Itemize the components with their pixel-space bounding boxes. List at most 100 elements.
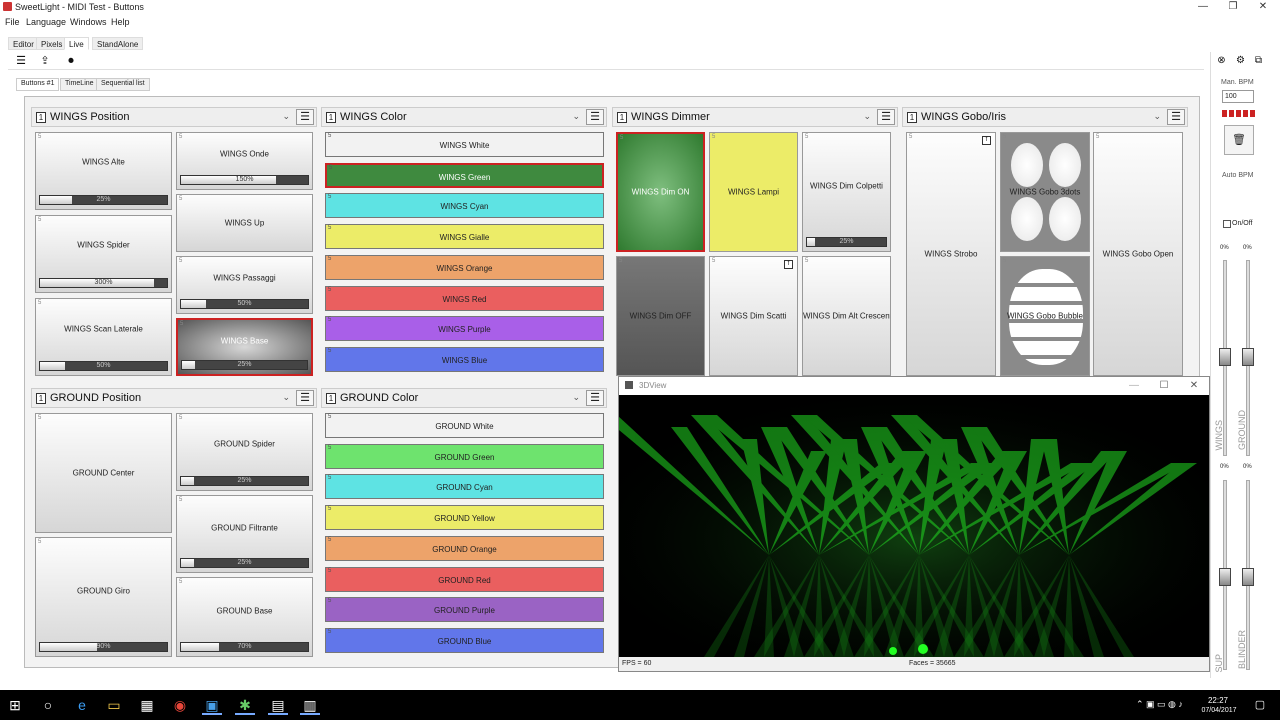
- wings-red-button[interactable]: 5 WINGS Red: [325, 285, 604, 311]
- wings-gialle-button[interactable]: 5 WINGS Gialle: [325, 224, 604, 250]
- ground-spider-button[interactable]: 5 GROUND Spider 25%: [176, 413, 313, 491]
- chevron-down-icon[interactable]: ⌄: [863, 111, 871, 122]
- chrome-icon[interactable]: ◉: [170, 695, 190, 715]
- menu-help[interactable]: Help: [111, 17, 130, 27]
- wings-alte-button[interactable]: 5 WINGS Alte 25%: [35, 132, 172, 210]
- ground-cyan-button[interactable]: 5 GROUND Cyan: [325, 474, 604, 500]
- wings-gobo-bubble-button[interactable]: 5 WINGS Gobo Bubble: [1000, 256, 1090, 376]
- wings-spider-button[interactable]: 5 WINGS Spider 300%: [35, 215, 172, 293]
- sup-fader-knob[interactable]: [1219, 568, 1231, 586]
- wings-up-button[interactable]: 5 WINGS Up: [176, 194, 313, 252]
- windows-start-icon[interactable]: ⊞: [5, 695, 25, 715]
- store-icon[interactable]: ▦: [137, 695, 157, 715]
- app-icon-blue[interactable]: ▣: [202, 695, 222, 715]
- wings-gobo-3dots-button[interactable]: 5 WINGS Gobo 3dots: [1000, 132, 1090, 252]
- tab-timeline[interactable]: TimeLine: [60, 78, 99, 91]
- button-label: WINGS Base: [220, 336, 269, 346]
- chevron-down-icon[interactable]: ⌄: [572, 111, 580, 122]
- export-icon[interactable]: ⇪: [38, 54, 52, 68]
- clock-date: 07/04/2017: [1201, 707, 1237, 714]
- group-menu-icon[interactable]: ☰: [296, 109, 314, 125]
- tab-pixels[interactable]: Pixels: [36, 37, 68, 50]
- wings-white-button[interactable]: 5 WINGS White: [325, 132, 604, 157]
- blinder-fader-knob[interactable]: [1242, 568, 1254, 586]
- app-icon-green[interactable]: ✱: [235, 695, 255, 715]
- wings-base-button[interactable]: 5 WINGS Base 25%: [176, 318, 313, 376]
- progress-label: 90%: [96, 643, 111, 650]
- chevron-down-icon[interactable]: ⌄: [1153, 111, 1161, 122]
- group-menu-icon[interactable]: ☰: [586, 390, 604, 406]
- wings-blue-button[interactable]: 5 WINGS Blue: [325, 346, 604, 372]
- edge-icon[interactable]: e: [72, 695, 92, 715]
- wings-orange-button[interactable]: 5 WINGS Orange: [325, 254, 604, 280]
- notifications-icon[interactable]: ▢: [1250, 695, 1270, 715]
- wings-dim-scatti-button[interactable]: 5 f WINGS Dim Scatti: [709, 256, 798, 376]
- menu-file[interactable]: File: [5, 17, 20, 27]
- tab-buttons-1[interactable]: Buttons #1: [16, 78, 60, 91]
- wings-fader-knob[interactable]: [1219, 348, 1231, 366]
- wings-dim-off-button[interactable]: 5 WINGS Dim OFF: [616, 256, 705, 376]
- wings-gobo-open-button[interactable]: 5 WINGS Gobo Open: [1093, 132, 1183, 376]
- ground-purple-button[interactable]: 5 GROUND Purple: [325, 597, 604, 623]
- group-header-wings-dimmer: 1 WINGS Dimmer ⌄ ☰: [612, 107, 898, 127]
- windows-icon[interactable]: ⧉: [1253, 55, 1264, 66]
- tab-standalone[interactable]: StandAlone: [92, 37, 144, 50]
- ground-center-button[interactable]: 5 GROUND Center: [35, 413, 172, 533]
- wings-dim-on-button[interactable]: 5 WINGS Dim ON: [616, 132, 705, 252]
- maximize-icon[interactable]: ☐: [1157, 380, 1171, 392]
- ground-blue-button[interactable]: 5 GROUND Blue: [325, 627, 604, 653]
- wings-lampi-button[interactable]: 5 WINGS Lampi: [709, 132, 798, 252]
- stop-icon[interactable]: ⏺: [64, 54, 78, 68]
- sweetlight-taskbar-icon[interactable]: ▥: [300, 695, 320, 715]
- ground-red-button[interactable]: 5 GROUND Red: [325, 566, 604, 592]
- chevron-down-icon[interactable]: ⌄: [282, 392, 290, 403]
- tab-sequential-list[interactable]: Sequential list: [96, 78, 150, 91]
- ground-orange-button[interactable]: 5 GROUND Orange: [325, 535, 604, 561]
- wings-passaggi-button[interactable]: 5 WINGS Passaggi 50%: [176, 256, 313, 314]
- chevron-down-icon[interactable]: ⌄: [282, 111, 290, 122]
- group-header-ground-position: 1 GROUND Position ⌄ ☰: [31, 388, 317, 408]
- group-menu-icon[interactable]: ☰: [877, 109, 895, 125]
- tray-icons[interactable]: ⌃ ▣ ▭ ◍ ♪: [1136, 699, 1183, 710]
- tab-editor[interactable]: Editor: [8, 37, 39, 50]
- ground-base-button[interactable]: 5 GROUND Base 70%: [176, 577, 313, 657]
- wings-dim-alt-crescenti-button[interactable]: 5 WINGS Dim Alt Crescenti: [802, 256, 891, 376]
- cancel-icon[interactable]: ⊗: [1216, 55, 1227, 66]
- search-icon[interactable]: ○: [38, 695, 58, 715]
- wings-dim-colpetti-button[interactable]: 5 WINGS Dim Colpetti 25%: [802, 132, 891, 252]
- chevron-down-icon[interactable]: ⌄: [572, 392, 580, 403]
- settings-icon[interactable]: ⚙: [1235, 55, 1246, 66]
- wings-green-button[interactable]: 5 WINGS Green: [325, 162, 604, 188]
- wings-strobo-button[interactable]: 5 f WINGS Strobo: [906, 132, 996, 376]
- trash-icon[interactable]: 🗑: [1224, 125, 1254, 155]
- group-menu-icon[interactable]: ☰: [1167, 109, 1185, 125]
- wings-scan-laterale-button[interactable]: 5 WINGS Scan Laterale 50%: [35, 298, 172, 376]
- onoff-checkbox[interactable]: [1223, 220, 1231, 228]
- minimize-icon[interactable]: —: [1127, 380, 1141, 392]
- tab-live[interactable]: Live: [64, 37, 89, 50]
- ground-green-button[interactable]: 5 GROUND Green: [325, 443, 604, 469]
- group-menu-icon[interactable]: ☰: [586, 109, 604, 125]
- wings-onde-button[interactable]: 5 WINGS Onde 150%: [176, 132, 313, 190]
- group-menu-icon[interactable]: ☰: [296, 390, 314, 406]
- ground-fader-knob[interactable]: [1242, 348, 1254, 366]
- minimize-icon[interactable]: —: [1196, 1, 1210, 13]
- menu-windows[interactable]: Windows: [70, 17, 107, 27]
- menu-language[interactable]: Language: [26, 17, 66, 27]
- 3dview-window[interactable]: 3DView — ☐ ✕ FPS = 60 Faces = 35665: [618, 376, 1210, 672]
- ground-filtrante-button[interactable]: 5 GROUND Filtrante 25%: [176, 495, 313, 573]
- wings-purple-button[interactable]: 5 WINGS Purple: [325, 316, 604, 342]
- button-label: WINGS Dim Scatti: [720, 311, 787, 321]
- close-icon[interactable]: ✕: [1256, 1, 1270, 13]
- ground-giro-button[interactable]: 5 GROUND Giro 90%: [35, 537, 172, 657]
- hamburger-menu-icon[interactable]: ☰: [14, 54, 28, 68]
- ground-white-button[interactable]: 5 GROUND White: [325, 413, 604, 438]
- ground-yellow-button[interactable]: 5 GROUND Yellow: [325, 505, 604, 531]
- man-bpm-input[interactable]: 100: [1222, 90, 1254, 103]
- restore-icon[interactable]: ❐: [1226, 1, 1240, 13]
- app-icon-keyboard[interactable]: ▤: [268, 695, 288, 715]
- button-label: WINGS Lampi: [727, 187, 780, 197]
- wings-cyan-button[interactable]: 5 WINGS Cyan: [325, 193, 604, 219]
- folder-icon[interactable]: ▭: [104, 695, 124, 715]
- close-icon[interactable]: ✕: [1187, 380, 1201, 392]
